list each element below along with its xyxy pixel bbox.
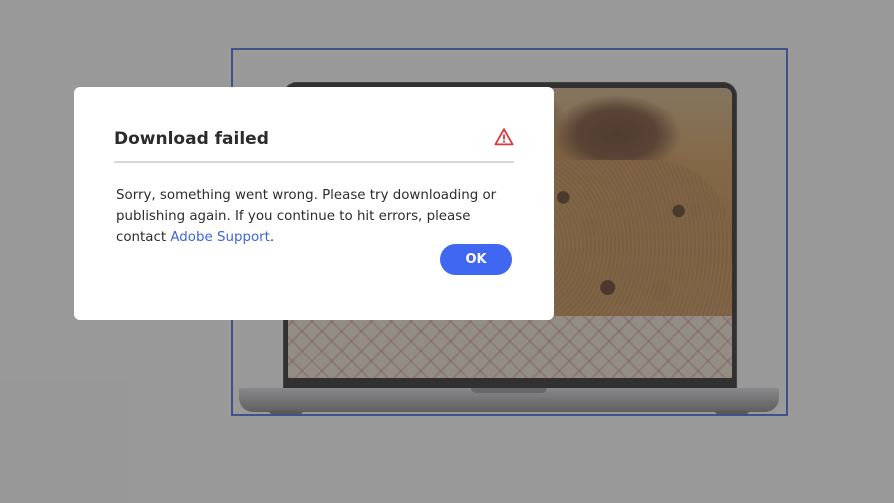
alert-triangle-icon — [494, 127, 514, 147]
dialog-message: Sorry, something went wrong. Please try … — [116, 185, 516, 248]
dialog-header: Download failed — [114, 127, 514, 163]
ok-button[interactable]: OK — [440, 244, 512, 275]
error-dialog: Download failed Sorry, something went wr… — [74, 87, 554, 320]
dialog-message-end: . — [269, 230, 275, 245]
modal-overlay: Download failed Sorry, something went wr… — [0, 0, 894, 503]
dialog-title: Download failed — [114, 129, 269, 149]
adobe-support-link[interactable]: Adobe Support — [170, 230, 270, 245]
dialog-footer: OK — [440, 244, 512, 275]
